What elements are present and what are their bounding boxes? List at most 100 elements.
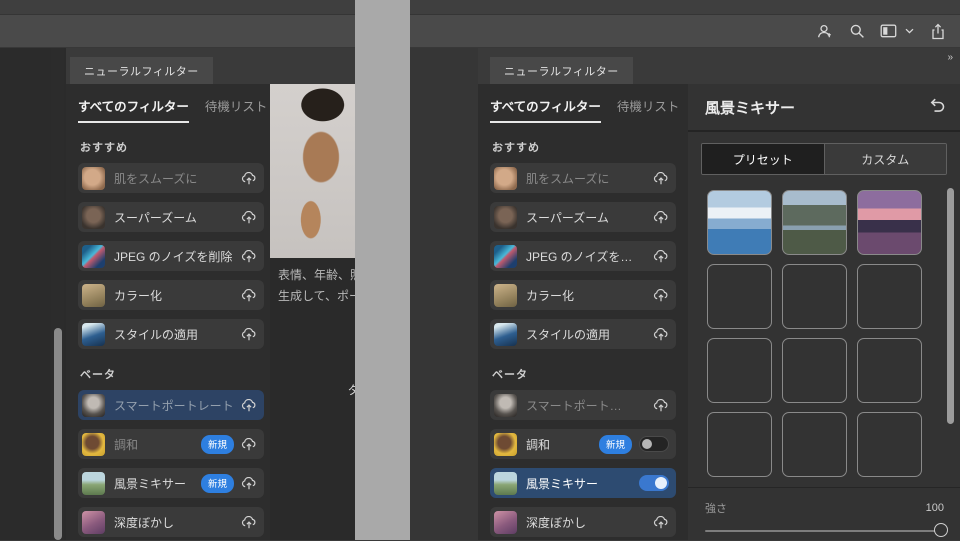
preset-alpine-meadow[interactable] [857, 264, 922, 329]
filter-row-depth-blur[interactable]: 深度ぼかし [78, 507, 264, 537]
filter-row-colorize[interactable]: カラー化 [78, 280, 264, 310]
canvas-area-right [410, 48, 478, 540]
cloud-download-icon[interactable] [653, 210, 669, 224]
filter-row-super-zoom[interactable]: スーパーズーム [490, 202, 676, 232]
filter-row-landscape-mixer[interactable]: 風景ミキサー [490, 468, 676, 498]
preset-forest-river[interactable] [857, 338, 922, 403]
divider-band [355, 0, 410, 540]
smooth-skin-thumbnail-icon [494, 166, 517, 190]
cloud-download-icon[interactable] [241, 476, 257, 490]
search-icon[interactable] [848, 23, 865, 40]
harmonization-thumbnail-icon [494, 432, 517, 456]
cloud-download-icon[interactable] [241, 327, 257, 341]
filter-label: カラー化 [114, 288, 163, 303]
new-badge: 新規 [200, 473, 234, 493]
colorize-thumbnail-icon [494, 283, 517, 307]
cloud-download-icon[interactable] [653, 515, 669, 529]
enable-toggle[interactable] [639, 436, 669, 452]
filter-label: 調和 [114, 437, 139, 452]
depth-blur-thumbnail-icon [82, 510, 105, 534]
preset-snow-mountains[interactable] [707, 190, 772, 255]
tab-custom[interactable]: カスタム [823, 144, 946, 174]
filter-label: 深度ぼかし [526, 515, 587, 530]
filter-row-smooth-skin[interactable]: 肌をスムーズに [490, 163, 676, 193]
preset-sunrise-hills[interactable] [782, 264, 847, 329]
colorize-thumbnail-icon [82, 283, 105, 307]
cloud-download-icon[interactable] [241, 515, 257, 529]
tab-wait-list[interactable]: 待機リスト [617, 96, 680, 121]
filter-row-style-transfer[interactable]: スタイルの適用 [490, 319, 676, 349]
landscape-mixer-panel: 風景ミキサー プリセット カスタム 強さ 100 [688, 84, 960, 540]
filter-label: スマートポートレート [114, 398, 234, 413]
filter-row-super-zoom[interactable]: スーパーズーム [78, 202, 264, 232]
reset-icon[interactable] [927, 97, 946, 118]
beta-list: スマートポートレート 調和 新規 風景ミキサー 新規 深度ぼかし [78, 390, 264, 537]
cloud-download-icon[interactable] [241, 249, 257, 263]
preset-canyon[interactable] [707, 264, 772, 329]
filter-label: スタイルの適用 [526, 327, 611, 342]
filter-label: 調和 [526, 437, 551, 452]
new-badge: 新規 [598, 434, 632, 454]
filter-label: スーパーズーム [526, 210, 609, 225]
tab-all-filters[interactable]: すべてのフィルター [78, 96, 189, 123]
style-transfer-thumbnail-icon [82, 322, 105, 346]
cloud-download-icon[interactable] [241, 210, 257, 224]
jpeg-noise-thumbnail-icon [494, 244, 517, 268]
tab-all-filters[interactable]: すべてのフィルター [490, 96, 601, 123]
style-transfer-thumbnail-icon [494, 322, 517, 346]
filter-row-smart-portrait[interactable]: スマートポート… [490, 390, 676, 420]
filter-label: JPEG のノイズを削除 [114, 249, 233, 264]
filter-row-smart-portrait[interactable]: スマートポートレート [78, 390, 264, 420]
preset-sunset-peak-lake[interactable] [857, 190, 922, 255]
preset-glacier-valley[interactable] [782, 190, 847, 255]
filter-label: スタイルの適用 [114, 327, 199, 342]
harmonization-thumbnail-icon [82, 432, 105, 456]
preset-monument-valley[interactable] [782, 338, 847, 403]
cloud-download-icon[interactable] [653, 327, 669, 341]
filter-row-jpeg-noise[interactable]: JPEG のノイズを削除 [78, 241, 264, 271]
preset-snowy-peak[interactable] [782, 412, 847, 477]
enable-toggle[interactable] [639, 475, 669, 491]
cloud-download-icon[interactable] [241, 171, 257, 185]
tab-wait-list[interactable]: 待機リスト [205, 96, 268, 121]
super-zoom-thumbnail-icon [82, 205, 105, 229]
share-icon[interactable] [929, 23, 946, 40]
cloud-download-icon[interactable] [241, 398, 257, 412]
strength-slider-track[interactable] [705, 523, 948, 537]
neural-filters-tab[interactable]: ニューラルフィルター [490, 57, 633, 84]
filter-row-harmonization[interactable]: 調和 新規 [78, 429, 264, 459]
preset-yosemite-valley[interactable] [857, 412, 922, 477]
smooth-skin-thumbnail-icon [82, 166, 105, 190]
super-zoom-thumbnail-icon [494, 205, 517, 229]
filter-row-depth-blur[interactable]: 深度ぼかし [490, 507, 676, 537]
workspace-icon[interactable] [880, 23, 897, 40]
preset-scrollbar-thumb[interactable] [947, 188, 954, 424]
tab-presets[interactable]: プリセット [702, 144, 824, 174]
cloud-download-icon[interactable] [241, 288, 257, 302]
jpeg-noise-thumbnail-icon [82, 244, 105, 268]
filter-row-jpeg-noise[interactable]: JPEG のノイズを… [490, 241, 676, 271]
cloud-download-icon[interactable] [653, 288, 669, 302]
filter-row-style-transfer[interactable]: スタイルの適用 [78, 319, 264, 349]
preset-desert-rocks[interactable] [707, 338, 772, 403]
left-dialog-tabstrip: ニューラルフィルター [66, 48, 355, 84]
filter-row-harmonization[interactable]: 調和 新規 [490, 429, 676, 459]
neural-filters-tab[interactable]: ニューラルフィルター [70, 57, 213, 84]
left-scrollbar-thumb[interactable] [54, 328, 62, 540]
panel-overflow-chevrons[interactable]: » [947, 52, 954, 63]
strength-label: 強さ [705, 503, 727, 515]
cloud-download-icon[interactable] [241, 437, 257, 451]
account-icon[interactable] [816, 23, 833, 40]
cloud-download-icon[interactable] [653, 171, 669, 185]
filter-label: 肌をスムーズに [526, 171, 610, 186]
cloud-download-icon[interactable] [653, 398, 669, 412]
preset-grid [707, 190, 923, 477]
cloud-download-icon[interactable] [653, 249, 669, 263]
section-beta: ベータ [80, 369, 116, 381]
filter-row-smooth-skin[interactable]: 肌をスムーズに [78, 163, 264, 193]
strength-slider-knob[interactable] [934, 523, 948, 537]
preset-autumn-lake[interactable] [707, 412, 772, 477]
filter-row-landscape-mixer[interactable]: 風景ミキサー 新規 [78, 468, 264, 498]
chevron-down-icon[interactable] [904, 23, 914, 40]
filter-row-colorize[interactable]: カラー化 [490, 280, 676, 310]
